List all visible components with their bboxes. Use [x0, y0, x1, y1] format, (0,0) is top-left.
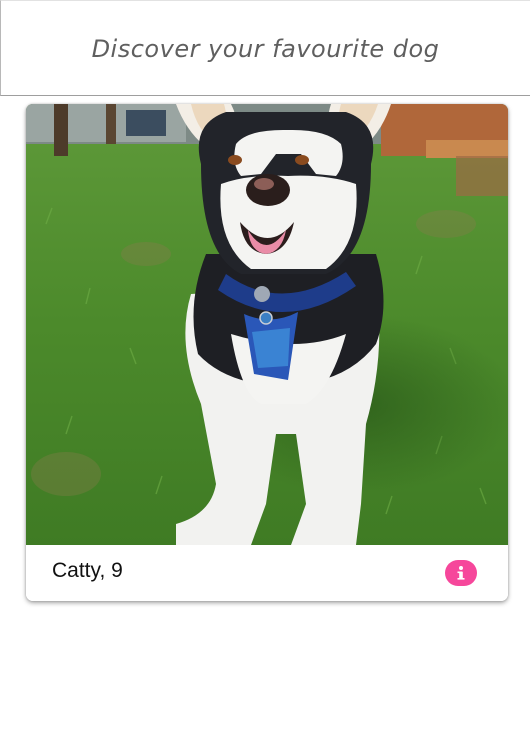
info-icon	[457, 566, 465, 580]
page-title: Discover your favourite dog	[91, 35, 440, 63]
dog-photo	[26, 104, 508, 545]
dog-card[interactable]: Catty, 9	[26, 104, 508, 601]
dog-name-age: Catty, 9	[52, 559, 123, 582]
card-footer: Catty, 9	[26, 545, 508, 601]
info-button[interactable]	[445, 560, 477, 586]
app-header: Discover your favourite dog	[0, 0, 530, 96]
